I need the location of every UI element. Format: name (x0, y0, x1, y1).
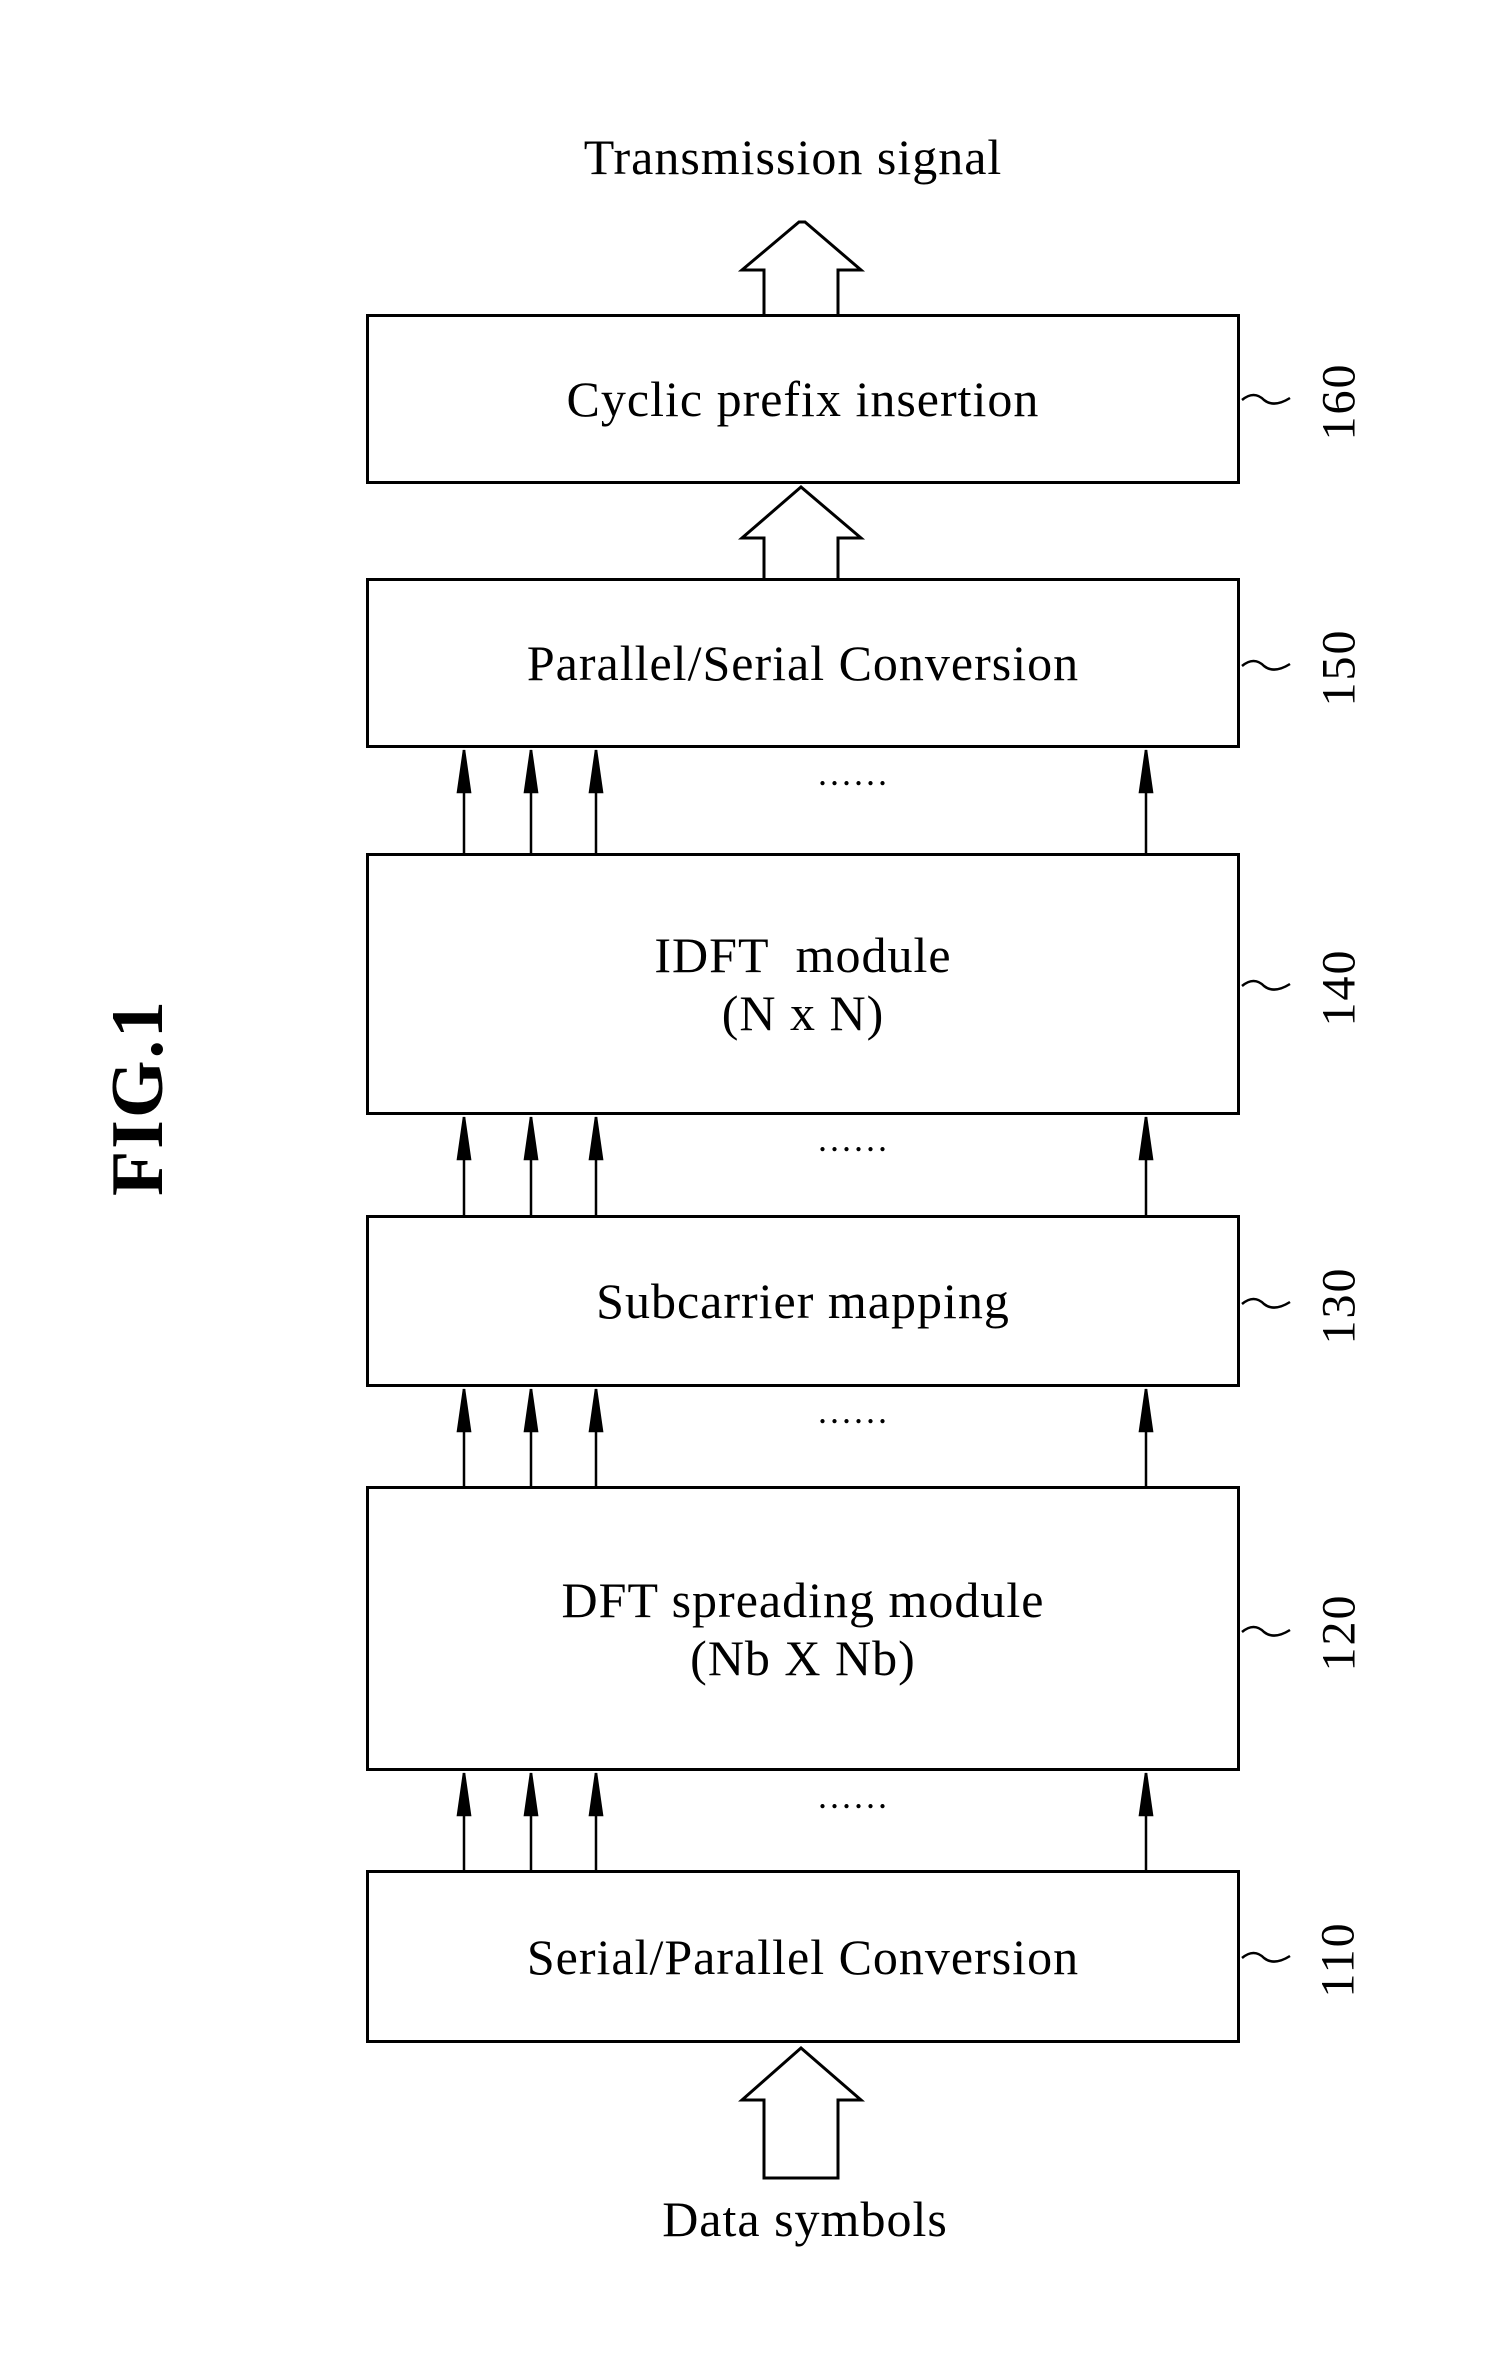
arrow-head (523, 749, 539, 794)
arrow-head (523, 1772, 539, 1817)
connectors (456, 220, 1291, 2180)
arrow-head (456, 1116, 472, 1161)
arrow-head (456, 749, 472, 794)
arrow-head (588, 1772, 604, 1817)
arrow-head (523, 1116, 539, 1161)
arrow-head (1138, 1388, 1154, 1433)
ref-leader-110 (1241, 1951, 1291, 1963)
arrow-head (588, 1116, 604, 1161)
ref-leader-130 (1241, 1297, 1291, 1309)
input-block-arrow (738, 2046, 866, 2180)
block-arrow-150-160 (737, 485, 866, 578)
output-block-arrow (737, 220, 866, 314)
ref-leader-140 (1241, 979, 1291, 991)
ref-leader-150 (1241, 659, 1291, 671)
ref-leader-160 (1241, 393, 1291, 405)
arrow-head (456, 1388, 472, 1433)
ref-leader-120 (1241, 1625, 1291, 1637)
arrow-head (1138, 1116, 1154, 1161)
arrow-head (588, 1388, 604, 1433)
arrow-head (1138, 749, 1154, 794)
arrow-head (523, 1388, 539, 1433)
arrow-head (588, 749, 604, 794)
arrow-head (1138, 1772, 1154, 1817)
arrow-head (456, 1772, 472, 1817)
